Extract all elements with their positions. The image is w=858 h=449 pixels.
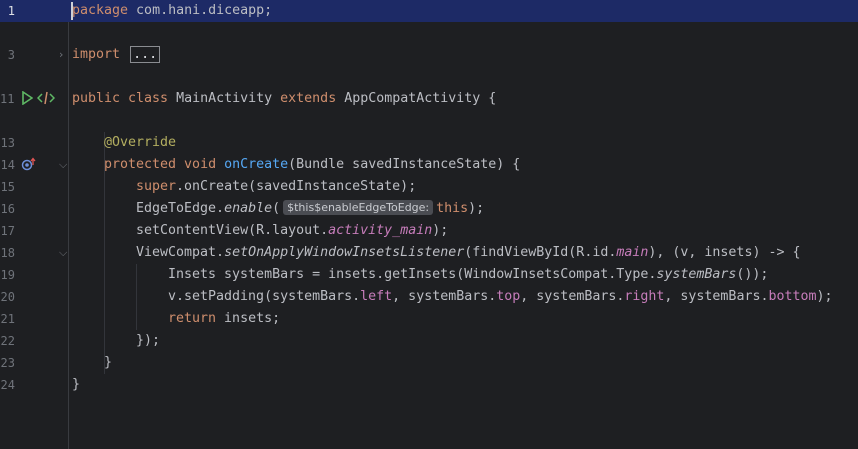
field: left <box>360 289 393 304</box>
object-ref: EdgeToEdge. <box>136 201 225 216</box>
keyword: protected void <box>104 157 217 172</box>
code-line[interactable]: 11 public class MainActivity extends App… <box>0 88 858 110</box>
text-caret <box>71 2 73 20</box>
static-method: setOnApplyWindowInsetsListener <box>224 245 465 260</box>
code-text[interactable]: v.setPadding(systemBars.left, systemBars… <box>168 288 833 306</box>
line-number: 21 <box>0 312 15 326</box>
method-name: onCreate <box>224 157 289 172</box>
field: right <box>624 289 665 304</box>
annotation: @Override <box>104 135 177 150</box>
statement: insets; <box>216 311 281 326</box>
code-line[interactable]: 20 v.setPadding(systemBars.left, systemB… <box>0 286 858 308</box>
code-text[interactable]: @Override <box>104 134 176 152</box>
code-text[interactable]: import ... <box>72 46 161 64</box>
code-line[interactable]: 15 super.onCreate(savedInstanceState); <box>0 176 858 198</box>
code-line[interactable]: 14 ⌵ protected void onCreate(Bundle save… <box>0 154 858 176</box>
line-number: 15 <box>0 180 15 194</box>
code-line[interactable]: 3 › import ... <box>0 44 858 66</box>
code-text[interactable]: return insets; <box>168 310 280 328</box>
statement: setContentView(R.layout. <box>136 223 329 238</box>
parameters: (Bundle savedInstanceState) { <box>288 157 521 172</box>
code-text[interactable]: ViewCompat.setOnApplyWindowInsetsListene… <box>136 244 800 262</box>
code-text[interactable]: Insets systemBars = insets.getInsets(Win… <box>168 266 768 284</box>
statement: .onCreate(savedInstanceState); <box>176 179 417 194</box>
static-method: enable <box>224 201 273 216</box>
chevron-right-icon[interactable]: › <box>59 47 63 63</box>
code-text[interactable]: } <box>72 376 80 394</box>
code-line[interactable]: 21 return insets; <box>0 308 858 330</box>
line-number: 20 <box>0 290 15 304</box>
code-line[interactable]: 24 } <box>0 374 858 396</box>
keyword: super <box>136 179 177 194</box>
code-line[interactable]: 22 }); <box>0 330 858 352</box>
line-number: 22 <box>0 334 15 348</box>
line-number: 14 <box>0 158 15 172</box>
statement: , systemBars. <box>520 289 625 304</box>
statement: Insets systemBars = insets.getInsets(Win… <box>168 267 657 282</box>
code-line[interactable]: 1 package com.hani.diceapp; <box>0 0 858 22</box>
folded-imports[interactable]: ... <box>130 46 161 63</box>
paren: ); <box>468 201 485 216</box>
parameter-hint: $this$enableEdgeToEdge: <box>283 200 434 215</box>
static-method: systemBars <box>656 267 737 282</box>
code-line[interactable]: 13 @Override <box>0 132 858 154</box>
code-line[interactable]: 19 Insets systemBars = insets.getInsets(… <box>0 264 858 286</box>
run-triangle-icon[interactable] <box>21 90 34 109</box>
paren: ( <box>272 201 281 216</box>
static-field: activity_main <box>328 223 433 238</box>
code-line[interactable]: 16 EdgeToEdge.enable($this$enableEdgeToE… <box>0 198 858 220</box>
code-line[interactable]: 18 ⌵ ViewCompat.setOnApplyWindowInsetsLi… <box>0 242 858 264</box>
keyword: extends <box>280 91 337 106</box>
line-number: 19 <box>0 268 15 282</box>
statement: ); <box>816 289 833 304</box>
keyword: return <box>168 311 217 326</box>
line-number: 23 <box>0 356 15 370</box>
code-text[interactable]: public class MainActivity extends AppCom… <box>72 90 496 108</box>
code-text[interactable]: package com.hani.diceapp; <box>72 2 272 20</box>
keyword: import <box>72 47 121 62</box>
statement: , systemBars. <box>392 289 497 304</box>
static-field: main <box>616 245 649 260</box>
chevron-down-icon[interactable]: ⌵ <box>59 157 67 173</box>
statement: ()); <box>736 267 769 282</box>
keyword: public class <box>72 91 169 106</box>
code-text[interactable]: }); <box>136 332 160 350</box>
code-text[interactable]: } <box>104 354 112 372</box>
field: top <box>496 289 521 304</box>
line-number: 24 <box>0 378 15 392</box>
statement: (findViewById(R.id. <box>464 245 617 260</box>
line-number: 11 <box>0 92 15 106</box>
package-name: com.hani.diceapp; <box>128 3 273 18</box>
line-number: 13 <box>0 136 15 150</box>
line-number: 1 <box>7 4 15 18</box>
line-number: 17 <box>0 224 15 238</box>
override-marker-icon[interactable] <box>21 157 37 175</box>
code-text[interactable]: setContentView(R.layout.activity_main); <box>136 222 448 240</box>
code-tag-icon[interactable] <box>36 91 56 109</box>
code-text[interactable]: super.onCreate(savedInstanceState); <box>136 178 416 196</box>
chevron-down-icon[interactable]: ⌵ <box>59 245 67 261</box>
statement: ), (v, insets) -> { <box>648 245 801 260</box>
line-number: 16 <box>0 202 15 216</box>
code-editor[interactable]: 1 package com.hani.diceapp; 3 › import .… <box>0 0 858 449</box>
code-line[interactable]: 23 } <box>0 352 858 374</box>
keyword: package <box>72 3 129 18</box>
code-text[interactable]: EdgeToEdge.enable($this$enableEdgeToEdge… <box>136 200 484 218</box>
field: bottom <box>768 289 817 304</box>
line-number: 18 <box>0 246 15 260</box>
class-name: MainActivity <box>168 91 281 106</box>
code-line[interactable]: 17 setContentView(R.layout.activity_main… <box>0 220 858 242</box>
keyword: this <box>436 201 469 216</box>
code-text[interactable]: protected void onCreate(Bundle savedInst… <box>104 156 520 174</box>
statement: , systemBars. <box>664 289 769 304</box>
statement: v.setPadding(systemBars. <box>168 289 361 304</box>
line-number: 3 <box>7 48 15 62</box>
statement: ); <box>432 223 449 238</box>
object-ref: ViewCompat. <box>136 245 225 260</box>
superclass: AppCompatActivity { <box>336 91 497 106</box>
